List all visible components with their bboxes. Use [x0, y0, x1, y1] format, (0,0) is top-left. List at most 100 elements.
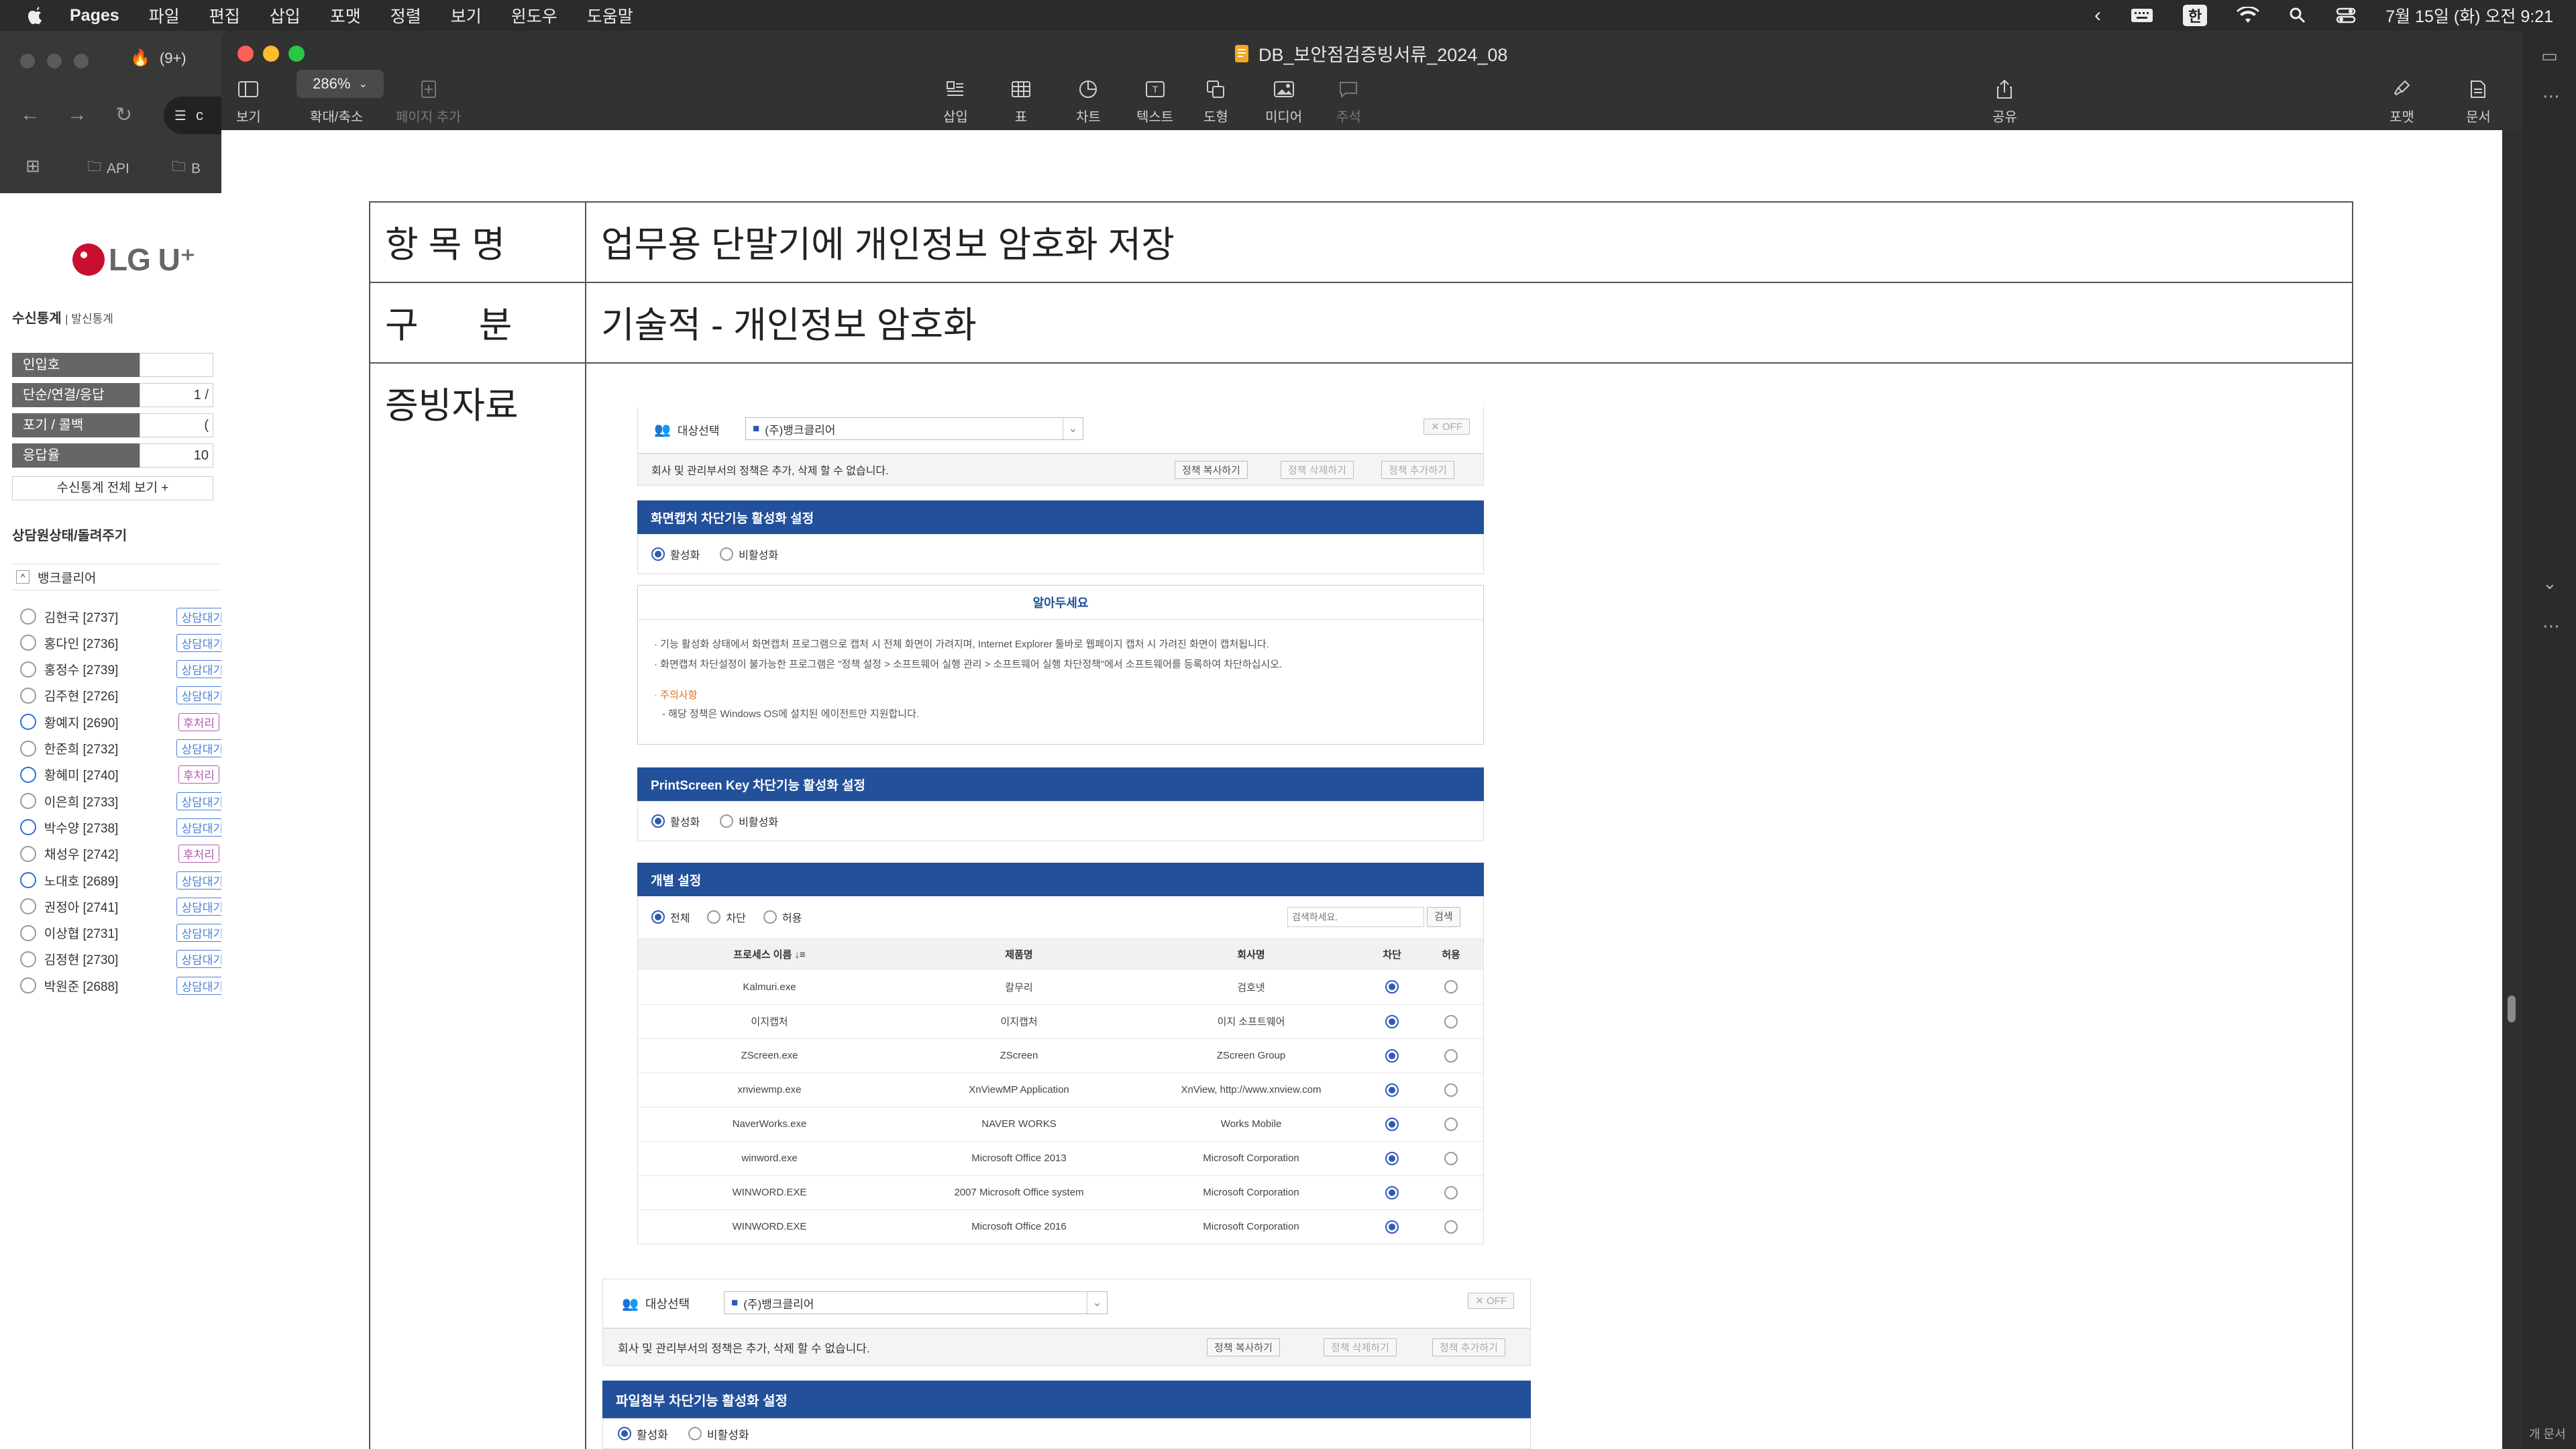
filter-all-radio[interactable] [651, 910, 665, 924]
block-radio[interactable] [1385, 1014, 1399, 1028]
allow-radio[interactable] [1444, 1083, 1458, 1097]
col-block[interactable]: 차단 [1365, 938, 1419, 970]
evidence-screenshot-2[interactable]: 👥 대상선택 ■ (주)뱅크클리어 ⌄ ✕ OFF 회사 및 관리부서의 정책은… [602, 1279, 1531, 1449]
browser-tab[interactable]: 🔥 (9+) [130, 48, 186, 68]
chart-button[interactable]: 차트 [1076, 72, 1101, 125]
more-icon[interactable]: ⋯ [2542, 616, 2560, 637]
allow-radio[interactable] [1444, 1049, 1458, 1063]
site-settings-icon[interactable]: ☰ [174, 107, 186, 124]
filter-allow-radio[interactable] [763, 910, 777, 924]
delete-policy-button[interactable]: 정책 삭제하기 [1324, 1338, 1397, 1356]
process-search-input[interactable] [1287, 907, 1424, 927]
col-process-name[interactable]: 프로세스 이름 ↓≡ [638, 938, 901, 970]
chevron-left-icon[interactable]: ‹ [2094, 4, 2101, 27]
agent-row[interactable]: 김정현 [2730] 상담대기 [20, 948, 228, 971]
agent-row[interactable]: 김현국 [2737] 상담대기 [20, 605, 228, 628]
view-button[interactable]: 보기 [236, 72, 261, 125]
copy-policy-button[interactable]: 정책 복사하기 [1207, 1338, 1280, 1356]
filter-block-radio[interactable] [707, 910, 721, 924]
collapse-icon[interactable]: ^ [16, 570, 30, 584]
delete-policy-button[interactable]: 정책 삭제하기 [1281, 460, 1354, 479]
vertical-scrollbar[interactable] [2502, 130, 2522, 1449]
agent-row[interactable]: 김주현 [2726] 상담대기 [20, 684, 228, 707]
agent-row[interactable]: 한준희 [2732] 상담대기 [20, 737, 228, 760]
menu-insert[interactable]: 삽입 [270, 3, 301, 28]
back-arrow-icon[interactable]: ← [20, 103, 40, 126]
allow-radio[interactable] [1444, 1117, 1458, 1131]
wifi-icon[interactable] [2237, 7, 2260, 24]
evidence-screenshot-1[interactable]: 👥 대상선택 ■ (주)뱅크클리어 ⌄ ✕ OFF 회사 및 관리부서의 정책은… [637, 407, 1484, 1269]
block-radio[interactable] [1385, 1049, 1399, 1063]
file-attach-on-radio[interactable] [618, 1427, 631, 1440]
insert-button[interactable]: 삽입 [943, 72, 968, 125]
evidence-label[interactable]: 증빙자료 [369, 362, 586, 1449]
block-radio[interactable] [1385, 1220, 1399, 1234]
block-radio[interactable] [1385, 1185, 1399, 1199]
menu-app-name[interactable]: Pages [70, 6, 119, 25]
bookmark-b[interactable]: 🗀 B [172, 157, 201, 180]
col-allow[interactable]: 허용 [1419, 938, 1483, 970]
scrollbar-thumb[interactable] [2508, 996, 2516, 1022]
chevron-down-icon[interactable]: ⌄ [2542, 573, 2557, 594]
zoom-dropdown[interactable]: 286% ⌄ [297, 70, 384, 98]
col-product[interactable]: 제품명 [901, 938, 1137, 970]
document-button[interactable]: 문서 [2466, 72, 2491, 125]
off-toggle[interactable]: ✕ OFF [1424, 419, 1470, 435]
block-radio[interactable] [1385, 1151, 1399, 1165]
item-name-label[interactable]: 항 목 명 [369, 201, 586, 283]
input-source-indicator[interactable]: 한 [2182, 5, 2208, 26]
printscreen-off-radio[interactable] [720, 814, 734, 828]
block-radio[interactable] [1385, 1083, 1399, 1097]
item-name-value[interactable]: 업무용 단말기에 개인정보 암호화 저장 [585, 201, 2353, 283]
shape-button[interactable]: 도형 [1203, 72, 1228, 125]
block-radio[interactable] [1385, 1117, 1399, 1131]
lg-uplus-logo[interactable]: LG U⁺ [72, 241, 196, 278]
file-attach-off-radio[interactable] [688, 1427, 702, 1440]
allow-radio[interactable] [1444, 980, 1458, 994]
capture-on-radio[interactable] [651, 547, 665, 561]
format-button[interactable]: 포맷 [2390, 72, 2414, 125]
category-label[interactable]: 구 분 [369, 282, 586, 364]
target-dropdown[interactable]: ■ (주)뱅크클리어 ⌄ [724, 1291, 1108, 1314]
share-button[interactable]: 공유 [1992, 72, 2017, 125]
reload-icon[interactable]: ↻ [115, 103, 132, 127]
col-company[interactable]: 회사명 [1137, 938, 1365, 970]
stats-tab-outbound[interactable]: | 발신통계 [65, 313, 113, 325]
agent-group-header[interactable]: ^ 뱅크클리어 [12, 564, 228, 590]
bookmark-api[interactable]: 🗀 API [87, 157, 129, 180]
agent-row[interactable]: 이상협 [2731] 상담대기 [20, 922, 228, 945]
menubar-clock[interactable]: 7월 15일 (화) 오전 9:21 [2385, 3, 2553, 28]
stats-view-all-button[interactable]: 수신통계 전체 보기 + [12, 476, 213, 500]
window-zoom-button[interactable] [288, 46, 305, 62]
browser-zoom-button[interactable] [74, 54, 89, 68]
search-button[interactable]: 검색 [1427, 907, 1460, 927]
agent-row[interactable]: 박원준 [2688] 상담대기 [20, 974, 228, 997]
printscreen-on-radio[interactable] [651, 814, 665, 828]
forward-arrow-icon[interactable]: → [67, 103, 87, 126]
copy-policy-button[interactable]: 정책 복사하기 [1175, 460, 1248, 479]
window-minimize-button[interactable] [263, 46, 279, 62]
control-center-icon[interactable] [2336, 7, 2356, 24]
menu-window[interactable]: 윈도우 [511, 3, 557, 28]
allow-radio[interactable] [1444, 1014, 1458, 1028]
off-toggle[interactable]: ✕ OFF [1468, 1293, 1514, 1309]
menu-edit[interactable]: 편집 [209, 3, 240, 28]
menu-arrange[interactable]: 정렬 [390, 3, 421, 28]
allow-radio[interactable] [1444, 1185, 1458, 1199]
block-radio[interactable] [1385, 980, 1399, 994]
target-dropdown[interactable]: ■ (주)뱅크클리어 ⌄ [745, 417, 1083, 440]
agent-row[interactable]: 채성우 [2742] 후처리 [20, 843, 228, 865]
allow-radio[interactable] [1444, 1151, 1458, 1165]
menu-file[interactable]: 파일 [149, 3, 180, 28]
media-button[interactable]: 미디어 [1265, 72, 1302, 125]
agent-row[interactable]: 노대호 [2689] 상담대기 [20, 869, 228, 892]
agent-row[interactable]: 홍다인 [2736] 상담대기 [20, 631, 228, 654]
document-title[interactable]: DB_보안점검증빙서류_2024_08 [1234, 40, 1507, 66]
browser-minimize-button[interactable] [47, 54, 62, 68]
category-value[interactable]: 기술적 - 개인정보 암호화 [585, 282, 2353, 364]
agent-row[interactable]: 홍정수 [2739] 상담대기 [20, 658, 228, 681]
agent-row[interactable]: 박수양 [2738] 상담대기 [20, 816, 228, 839]
sidebar-toggle-icon[interactable]: ▭ [2541, 46, 2558, 66]
window-close-button[interactable] [237, 46, 254, 62]
add-policy-button[interactable]: 정책 추가하기 [1432, 1338, 1505, 1356]
